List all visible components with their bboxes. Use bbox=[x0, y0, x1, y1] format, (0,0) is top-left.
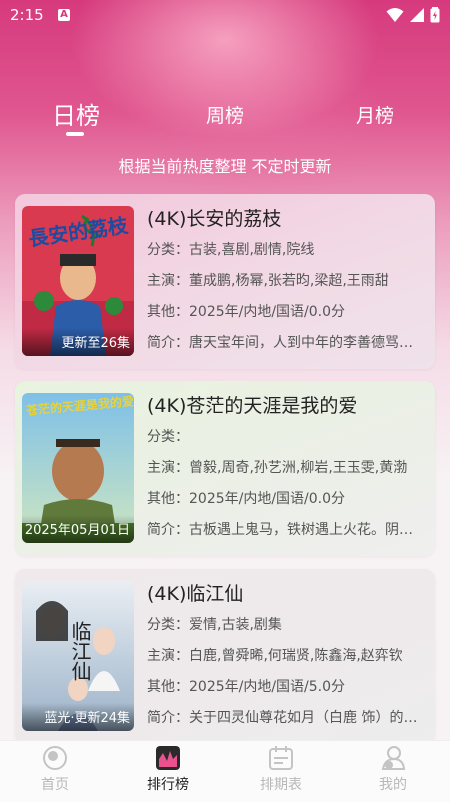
item-title: (4K)临江仙 bbox=[147, 583, 244, 605]
poster-image: 長安的荔枝 更新至26集 bbox=[22, 206, 134, 356]
item-info: (4K)苍茫的天涯是我的爱 分类： 主演：曾毅,周奇,孙艺洲,柳岩,王玉雯,黄渤… bbox=[147, 391, 422, 545]
status-time: 2:15 bbox=[10, 6, 44, 24]
signal-icon bbox=[409, 8, 424, 22]
nav-ranking[interactable]: 排行榜 bbox=[128, 745, 208, 794]
episode-badge: 2025年05月01日 bbox=[22, 515, 134, 543]
item-info: (4K)长安的荔枝 分类：古装,喜剧,剧情,院线 主演：董成鹏,杨幂,张若昀,梁… bbox=[147, 204, 422, 358]
nav-ranking-label: 排行榜 bbox=[147, 777, 189, 793]
item-category: 分类： bbox=[147, 429, 189, 445]
item-cast: 主演：董成鹏,杨幂,张若昀,梁超,王雨甜 bbox=[147, 273, 389, 289]
bottom-navigation: 首页 排行榜 排期表 我的 bbox=[0, 740, 450, 802]
nav-schedule-label: 排期表 bbox=[260, 777, 302, 793]
ranking-subtitle: 根据当前热度整理 不定时更新 bbox=[118, 157, 332, 176]
poster-image: 苍茫的天涯是我的爱 2025年05月01日 bbox=[22, 393, 134, 543]
nav-schedule[interactable]: 排期表 bbox=[241, 745, 321, 794]
item-title: (4K)长安的荔枝 bbox=[147, 208, 282, 230]
status-bar: 2:15 A bbox=[0, 0, 450, 32]
tab-daily[interactable]: 日榜 bbox=[50, 96, 102, 131]
active-tab-indicator bbox=[66, 132, 84, 136]
nav-mine[interactable]: 我的 bbox=[353, 745, 433, 794]
nav-mine-label: 我的 bbox=[379, 777, 407, 793]
wifi-icon bbox=[386, 8, 404, 22]
battery-icon bbox=[430, 7, 440, 23]
system-icons bbox=[386, 7, 440, 23]
tab-weekly[interactable]: 周榜 bbox=[200, 101, 250, 128]
profile-icon bbox=[381, 746, 406, 770]
item-summary: 简介：关于四灵仙尊花如月（白鹿 饰）的故事 bbox=[147, 710, 422, 726]
app-notification-icon: A bbox=[58, 9, 70, 21]
poster-title: 临江仙 bbox=[68, 621, 92, 681]
home-icon bbox=[43, 746, 67, 770]
episode-badge: 蓝光·更新24集 bbox=[22, 703, 134, 731]
nav-home[interactable]: 首页 bbox=[15, 745, 95, 794]
ranking-icon bbox=[156, 746, 180, 770]
poster-image: 临江仙 蓝光·更新24集 bbox=[22, 581, 134, 731]
item-summary: 简介：唐天宝年间，人到中年的李善德骂骂咧咧接下了荔枝使的差事 bbox=[147, 335, 422, 351]
item-other: 其他：2025年/内地/国语/5.0分 bbox=[147, 679, 346, 695]
item-category: 分类：古装,喜剧,剧情,院线 bbox=[147, 242, 315, 258]
nav-home-label: 首页 bbox=[41, 777, 69, 793]
episode-badge: 更新至26集 bbox=[22, 328, 134, 356]
item-cast: 主演：曾毅,周奇,孙艺洲,柳岩,王玉雯,黄渤 bbox=[147, 460, 408, 476]
item-category: 分类：爱情,古装,剧集 bbox=[147, 617, 282, 633]
ranking-card[interactable]: 临江仙 蓝光·更新24集 (4K)临江仙 分类：爱情,古装,剧集 主演：白鹿,曾… bbox=[15, 569, 435, 744]
item-info: (4K)临江仙 分类：爱情,古装,剧集 主演：白鹿,曾舜晞,何瑞贤,陈鑫海,赵弈… bbox=[147, 579, 422, 733]
ranking-card[interactable]: 長安的荔枝 更新至26集 (4K)长安的荔枝 分类：古装,喜剧,剧情,院线 主演… bbox=[15, 194, 435, 369]
item-title: (4K)苍茫的天涯是我的爱 bbox=[147, 395, 358, 417]
item-cast: 主演：白鹿,曾舜晞,何瑞贤,陈鑫海,赵弈钦 bbox=[147, 648, 403, 664]
item-other: 其他：2025年/内地/国语/0.0分 bbox=[147, 304, 346, 320]
tab-monthly[interactable]: 月榜 bbox=[350, 101, 400, 128]
item-other: 其他：2025年/内地/国语/0.0分 bbox=[147, 491, 346, 507]
item-summary: 简介：古板遇上鬼马，铁树遇上火花。阴差阳错 bbox=[147, 522, 422, 538]
ranking-card[interactable]: 苍茫的天涯是我的爱 2025年05月01日 (4K)苍茫的天涯是我的爱 分类： … bbox=[15, 381, 435, 556]
calendar-icon bbox=[269, 746, 293, 770]
